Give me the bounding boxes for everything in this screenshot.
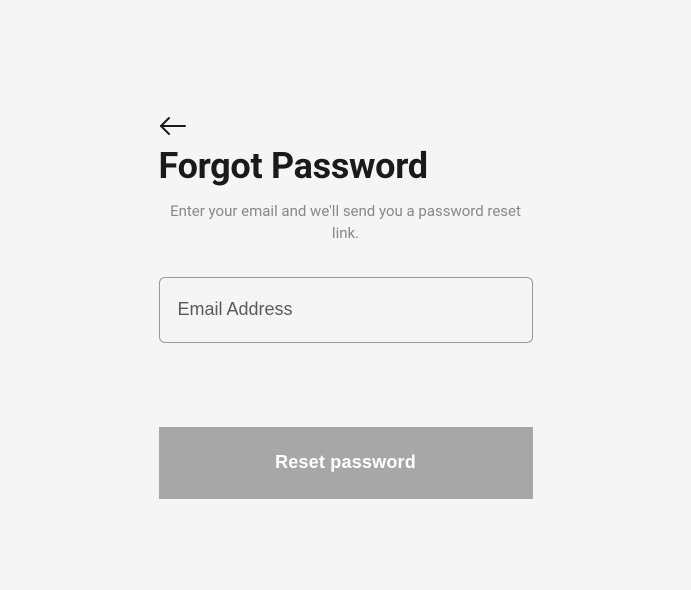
email-field[interactable] <box>159 277 533 343</box>
forgot-password-panel: Forgot Password Enter your email and we'… <box>159 115 533 590</box>
page-title: Forgot Password <box>159 145 533 187</box>
email-field-wrap <box>159 277 533 343</box>
back-button[interactable] <box>159 115 187 137</box>
reset-password-button[interactable]: Reset password <box>159 427 533 499</box>
page-subtitle: Enter your email and we'll send you a pa… <box>159 201 533 245</box>
arrow-left-icon <box>159 115 187 137</box>
